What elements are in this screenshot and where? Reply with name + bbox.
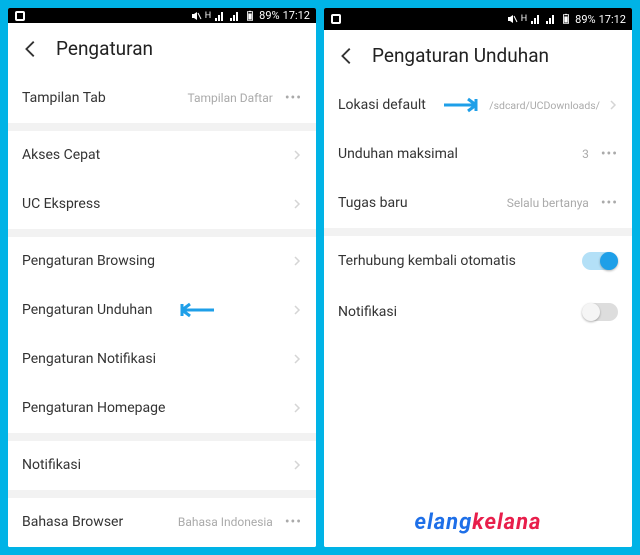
battery-text: 89% xyxy=(259,9,279,22)
settings-list: Tampilan TabTampilan Daftar ••• Akses Cepa… xyxy=(8,74,316,547)
back-icon[interactable] xyxy=(20,38,42,60)
header: Pengaturan Unduhan xyxy=(324,30,632,81)
row-value: 3 xyxy=(582,147,589,161)
time-text: 17:12 xyxy=(283,9,310,22)
row-value: Selalu bertanya xyxy=(507,196,589,210)
row-label: Bahasa Browser xyxy=(22,514,178,530)
chevron-right-icon xyxy=(292,150,302,160)
battery-text: 89% xyxy=(575,13,595,26)
mute-icon xyxy=(190,10,202,22)
row-label: Notifikasi xyxy=(22,457,292,473)
settings-row[interactable]: Tampilan TabTampilan Daftar ••• xyxy=(8,74,316,123)
row-label: Pengaturan Homepage xyxy=(22,400,292,416)
net-label: H xyxy=(521,14,527,24)
settings-row[interactable]: Akses Cepat xyxy=(8,131,316,180)
row-label: Tampilan Tab xyxy=(22,90,187,106)
row-value: Bahasa Indonesia xyxy=(178,515,273,529)
settings-row[interactable]: Terhubung kembali otomatis xyxy=(324,236,632,287)
brand-part2: kelana xyxy=(472,510,541,535)
brand-watermark: elangkelana xyxy=(324,510,632,535)
row-label: Pengaturan Browsing xyxy=(22,253,292,269)
back-icon[interactable] xyxy=(336,45,358,67)
bbm-icon xyxy=(330,13,342,25)
phone-left: H 89% 17:12 Pengaturan Tampilan TabTampi… xyxy=(8,8,316,547)
settings-row[interactable]: UC Ekspress xyxy=(8,180,316,229)
more-icon: ••• xyxy=(601,146,618,162)
chevron-right-icon xyxy=(292,256,302,266)
row-value: Tampilan Daftar xyxy=(187,91,272,105)
settings-row[interactable]: Pengaturan Homepage xyxy=(8,384,316,433)
chevron-right-icon xyxy=(292,305,302,315)
row-value: /sdcard/UCDownloads/ xyxy=(489,99,600,112)
mute-icon xyxy=(506,13,518,25)
toggle-switch[interactable] xyxy=(582,252,618,270)
page-title: Pengaturan Unduhan xyxy=(372,44,549,67)
download-settings-list: Lokasi default/sdcard/UCDownloads/Unduha… xyxy=(324,81,632,547)
settings-row[interactable]: Pengaturan Browsing xyxy=(8,237,316,286)
status-bar: H 89% 17:12 xyxy=(324,8,632,30)
chevron-right-icon xyxy=(292,460,302,470)
row-label: UC Ekspress xyxy=(22,196,292,212)
settings-row[interactable]: Notifikasi xyxy=(324,287,632,338)
more-icon: ••• xyxy=(285,90,302,106)
battery-icon xyxy=(560,13,572,25)
chevron-right-icon xyxy=(292,403,302,413)
bbm-icon xyxy=(14,10,26,22)
phone-right: H 89% 17:12 Pengaturan Unduhan Lokasi de… xyxy=(324,8,632,547)
battery-icon xyxy=(244,10,256,22)
net-label: H xyxy=(205,11,211,21)
signal-icon-2 xyxy=(229,10,241,22)
settings-row[interactable]: Pengaturan Unduhan xyxy=(8,286,316,335)
settings-row[interactable]: Tugas baruSelalu bertanya ••• xyxy=(324,179,632,228)
row-label: Unduhan maksimal xyxy=(338,146,582,162)
chevron-right-icon xyxy=(292,354,302,364)
status-bar: H 89% 17:12 xyxy=(8,8,316,23)
chevron-right-icon xyxy=(608,100,618,110)
row-label: Pengaturan Notifikasi xyxy=(22,351,292,367)
time-text: 17:12 xyxy=(599,13,626,26)
section-gap xyxy=(324,228,632,236)
more-icon: ••• xyxy=(285,514,302,530)
section-gap xyxy=(8,433,316,441)
signal-icon-2 xyxy=(545,13,557,25)
brand-part1: elang xyxy=(415,510,473,535)
settings-row[interactable]: Bahasa BrowserBahasa Indonesia ••• xyxy=(8,498,316,547)
settings-row[interactable]: Pengaturan Notifikasi xyxy=(8,335,316,384)
settings-row[interactable]: Unduhan maksimal3 ••• xyxy=(324,130,632,179)
signal-icon xyxy=(214,10,226,22)
settings-row[interactable]: Notifikasi xyxy=(8,441,316,490)
toggle-switch[interactable] xyxy=(582,303,618,321)
page-title: Pengaturan xyxy=(56,37,153,60)
more-icon: ••• xyxy=(601,195,618,211)
header: Pengaturan xyxy=(8,23,316,74)
chevron-right-icon xyxy=(292,199,302,209)
section-gap xyxy=(8,229,316,237)
row-label: Terhubung kembali otomatis xyxy=(338,253,582,269)
row-label: Notifikasi xyxy=(338,304,582,320)
row-label: Lokasi default xyxy=(338,97,489,113)
row-label: Pengaturan Unduhan xyxy=(22,302,292,318)
settings-row[interactable]: Lokasi default/sdcard/UCDownloads/ xyxy=(324,81,632,130)
section-gap xyxy=(8,490,316,498)
row-label: Tugas baru xyxy=(338,195,507,211)
row-label: Akses Cepat xyxy=(22,147,292,163)
signal-icon xyxy=(530,13,542,25)
section-gap xyxy=(8,123,316,131)
